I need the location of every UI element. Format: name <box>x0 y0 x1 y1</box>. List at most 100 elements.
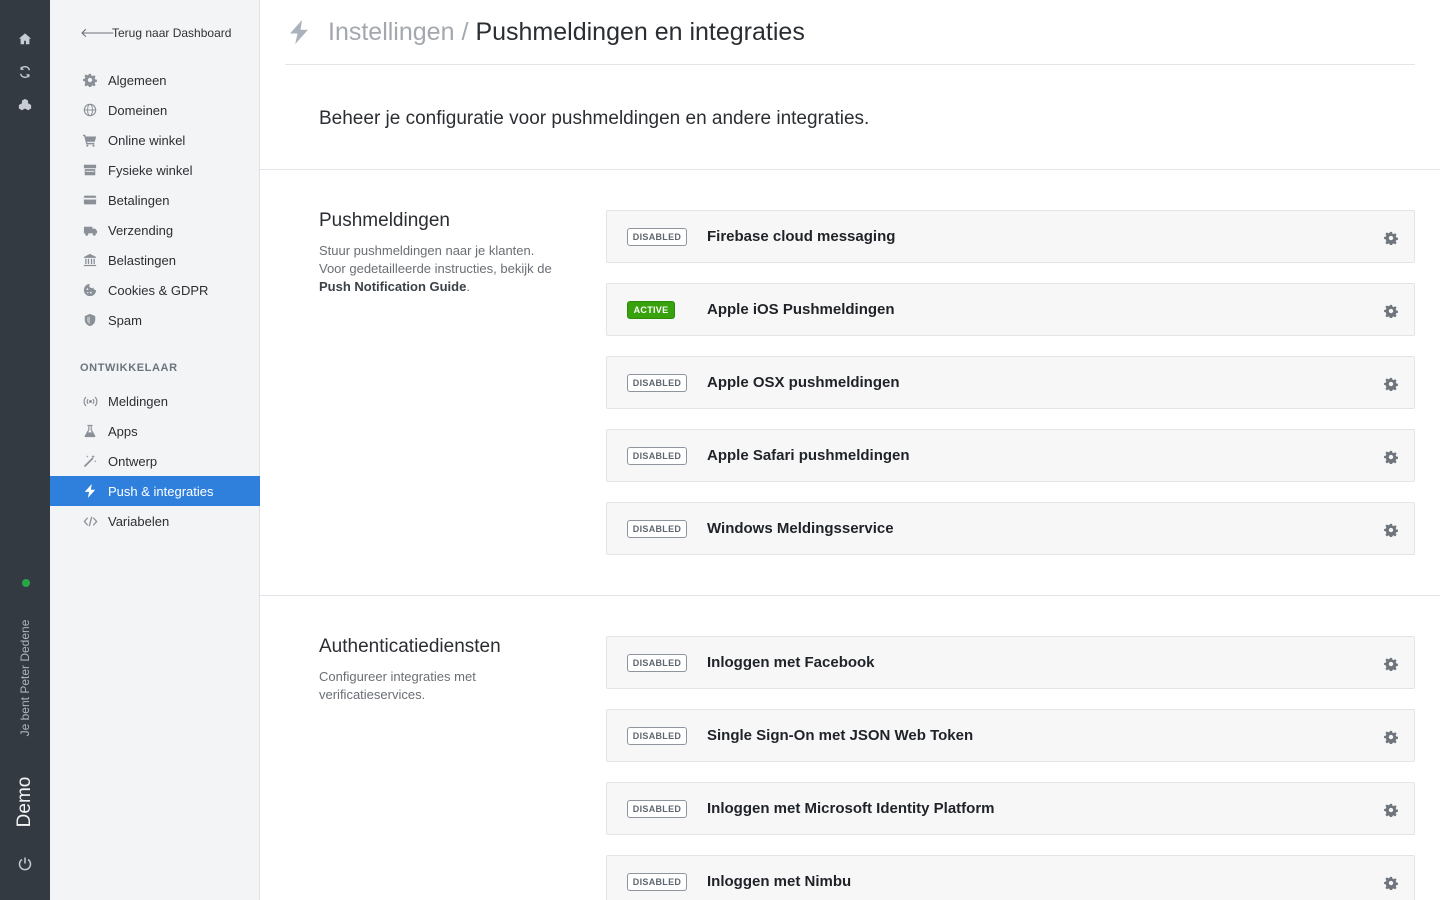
sidebar-item-push-integraties[interactable]: Push & integraties <box>50 476 260 506</box>
integration-name: Apple OSX pushmeldingen <box>707 374 900 391</box>
sidebar-item-online-winkel[interactable]: Online winkel <box>50 125 260 155</box>
breadcrumb-settings-link[interactable]: Instellingen <box>328 18 454 47</box>
integration-name: Inloggen met Nimbu <box>707 873 852 890</box>
gear-icon[interactable] <box>1384 450 1398 465</box>
cart-icon <box>82 132 98 148</box>
page-intro: Beheer je configuratie voor pushmeldinge… <box>319 108 870 129</box>
integration-name: Single Sign-On met JSON Web Token <box>707 727 974 744</box>
section-description-push: Stuur pushmeldingen naar je klanten. Voo… <box>319 242 559 296</box>
bolt-icon <box>287 19 313 45</box>
status-badge: DISABLED <box>627 519 687 538</box>
sidebar-item-label: Meldingen <box>108 393 168 409</box>
gear-icon[interactable] <box>1384 231 1398 246</box>
status-badge: DISABLED <box>627 446 687 465</box>
status-badge: DISABLED <box>627 872 687 891</box>
magic-wand-icon <box>82 453 98 469</box>
developer-section-heading: ONTWIKKELAAR <box>80 362 178 374</box>
gear-icon[interactable] <box>1384 377 1398 392</box>
sidebar-item-label: Apps <box>108 423 138 439</box>
section-divider <box>260 595 1440 596</box>
status-badge: DISABLED <box>627 799 687 818</box>
store-icon <box>82 162 98 178</box>
integration-card[interactable]: DISABLED Firebase cloud messaging <box>606 210 1415 263</box>
sidebar-item-apps[interactable]: Apps <box>50 416 260 446</box>
sidebar-item-meldingen[interactable]: Meldingen <box>50 386 260 416</box>
gear-icon[interactable] <box>1384 876 1398 891</box>
home-icon[interactable] <box>17 31 33 47</box>
online-status-dot <box>22 579 30 587</box>
settings-sidebar: 🡐 Terug naar Dashboard Algemeen Domeinen… <box>50 0 260 900</box>
integration-name: Apple Safari pushmeldingen <box>707 447 910 464</box>
globe-icon <box>82 102 98 118</box>
sidebar-item-belastingen[interactable]: Belastingen <box>50 245 260 275</box>
sidebar-item-fysieke-winkel[interactable]: Fysieke winkel <box>50 155 260 185</box>
arrow-left-icon: 🡐 <box>80 25 115 40</box>
sidebar-item-betalingen[interactable]: Betalingen <box>50 185 260 215</box>
sidebar-item-cookies-gdpr[interactable]: Cookies & GDPR <box>50 275 260 305</box>
integration-card[interactable]: ACTIVE Apple iOS Pushmeldingen <box>606 283 1415 336</box>
sidebar-item-domeinen[interactable]: Domeinen <box>50 95 260 125</box>
sidebar-item-label: Betalingen <box>108 192 170 208</box>
sidebar-item-label: Fysieke winkel <box>108 162 193 178</box>
back-to-dashboard-link[interactable]: 🡐 Terug naar Dashboard <box>80 22 231 44</box>
sidebar-item-label: Verzending <box>108 222 174 238</box>
app-rail: Je bent Peter Dedene Demo <box>0 0 50 900</box>
credit-card-icon <box>82 192 98 208</box>
current-user-label: Je bent Peter Dedene <box>18 619 32 737</box>
refresh-icon[interactable] <box>17 64 33 80</box>
breadcrumb-separator: / <box>461 17 469 46</box>
code-icon <box>82 513 98 529</box>
cubes-icon[interactable] <box>17 97 33 113</box>
flask-icon <box>82 423 98 439</box>
bank-icon <box>82 252 98 268</box>
main-content: Instellingen / Pushmeldingen en integrat… <box>260 0 1440 900</box>
push-guide-link[interactable]: Push Notification Guide <box>319 279 466 294</box>
sidebar-item-label: Belastingen <box>108 252 176 268</box>
status-badge: DISABLED <box>627 653 687 672</box>
status-badge: DISABLED <box>627 373 687 392</box>
sidebar-item-label: Variabelen <box>108 513 170 529</box>
integration-card[interactable]: DISABLED Single Sign-On met JSON Web Tok… <box>606 709 1415 762</box>
description-text: Stuur pushmeldingen naar je klanten. Voo… <box>319 243 552 276</box>
gear-icon[interactable] <box>1384 657 1398 672</box>
gear-icon[interactable] <box>1384 730 1398 745</box>
sidebar-item-label: Algemeen <box>108 72 167 88</box>
sidebar-item-label: Push & integraties <box>108 483 214 499</box>
integration-card[interactable]: DISABLED Inloggen met Nimbu <box>606 855 1415 900</box>
sidebar-item-label: Cookies & GDPR <box>108 282 209 298</box>
gear-icon[interactable] <box>1384 803 1398 818</box>
back-link-label: Terug naar Dashboard <box>112 26 232 40</box>
integration-name: Inloggen met Facebook <box>707 654 875 671</box>
bolt-icon <box>82 483 98 499</box>
integration-card[interactable]: DISABLED Inloggen met Microsoft Identity… <box>606 782 1415 835</box>
sidebar-item-algemeen[interactable]: Algemeen <box>50 65 260 95</box>
sidebar-item-label: Online winkel <box>108 132 186 148</box>
integration-name: Inloggen met Microsoft Identity Platform <box>707 800 995 817</box>
page-header: Instellingen / Pushmeldingen en integrat… <box>285 0 1415 65</box>
sidebar-item-label: Domeinen <box>108 102 168 118</box>
sidebar-item-variabelen[interactable]: Variabelen <box>50 506 260 536</box>
integration-name: Apple iOS Pushmeldingen <box>707 301 895 318</box>
description-text: . <box>466 279 470 294</box>
integration-card[interactable]: DISABLED Apple Safari pushmeldingen <box>606 429 1415 482</box>
sidebar-item-ontwerp[interactable]: Ontwerp <box>50 446 260 476</box>
sidebar-item-verzending[interactable]: Verzending <box>50 215 260 245</box>
site-name-label[interactable]: Demo <box>14 777 36 828</box>
integration-card[interactable]: DISABLED Windows Meldingsservice <box>606 502 1415 555</box>
sidebar-item-label: Spam <box>108 312 142 328</box>
cookie-icon <box>82 282 98 298</box>
status-badge: ACTIVE <box>627 300 675 319</box>
section-title-auth: Authenticatiediensten <box>319 636 501 657</box>
integration-card[interactable]: DISABLED Apple OSX pushmeldingen <box>606 356 1415 409</box>
power-icon[interactable] <box>17 856 33 872</box>
sidebar-item-spam[interactable]: Spam <box>50 305 260 335</box>
integration-card[interactable]: DISABLED Inloggen met Facebook <box>606 636 1415 689</box>
gear-icon[interactable] <box>1384 523 1398 538</box>
page-title: Pushmeldingen en integraties <box>475 17 805 46</box>
status-badge: DISABLED <box>627 726 687 745</box>
status-badge: DISABLED <box>627 227 687 246</box>
gear-icon[interactable] <box>1384 304 1398 319</box>
integration-name: Firebase cloud messaging <box>707 228 896 245</box>
section-divider <box>260 169 1440 170</box>
integration-name: Windows Meldingsservice <box>707 520 894 537</box>
